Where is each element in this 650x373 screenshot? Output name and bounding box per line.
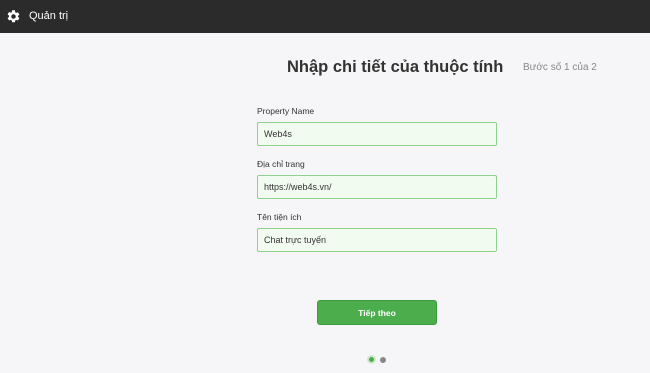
next-button[interactable]: Tiếp theo bbox=[317, 300, 437, 325]
gear-icon[interactable] bbox=[6, 9, 21, 24]
property-name-input[interactable] bbox=[257, 122, 497, 146]
step-indicator: Bước số 1 của 2 bbox=[523, 62, 597, 73]
pagination-dot-inactive[interactable] bbox=[380, 357, 386, 363]
site-address-input[interactable] bbox=[257, 175, 497, 199]
top-bar: Quản trị bbox=[0, 0, 650, 33]
app-title: Quản trị bbox=[29, 10, 69, 22]
widget-name-label: Tên tiện ích bbox=[257, 212, 302, 222]
pagination-dot-active[interactable] bbox=[367, 355, 376, 364]
site-address-label: Địa chỉ trang bbox=[257, 159, 305, 169]
widget-name-input[interactable] bbox=[257, 228, 497, 252]
page-title: Nhập chi tiết của thuộc tính bbox=[287, 58, 504, 76]
property-name-label: Property Name bbox=[257, 106, 315, 116]
